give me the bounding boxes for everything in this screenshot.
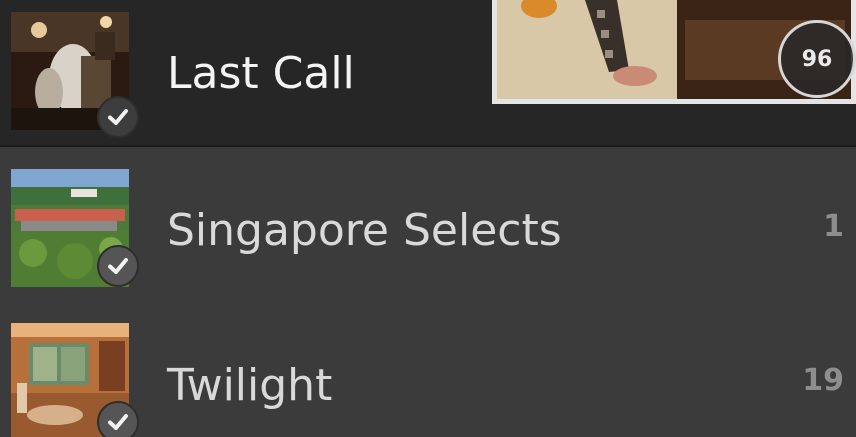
collection-label: Last Call [167, 48, 355, 99]
checkmark-icon[interactable] [97, 401, 139, 437]
collection-label: Twilight [167, 360, 333, 411]
collection-label: Singapore Selects [167, 205, 562, 256]
checkmark-icon[interactable] [97, 96, 139, 138]
checkmark-icon[interactable] [97, 245, 139, 287]
collection-row-singapore-selects[interactable]: Singapore Selects 1 [0, 149, 856, 305]
drag-count-badge: 96 [778, 20, 856, 98]
collection-count: 19 [802, 363, 844, 398]
collection-count: 1 [823, 209, 844, 244]
collection-row-twilight[interactable]: Twilight 19 [0, 305, 856, 437]
collection-list: Last Call 96 Singapore Selects 1 Twiligh… [0, 0, 856, 437]
